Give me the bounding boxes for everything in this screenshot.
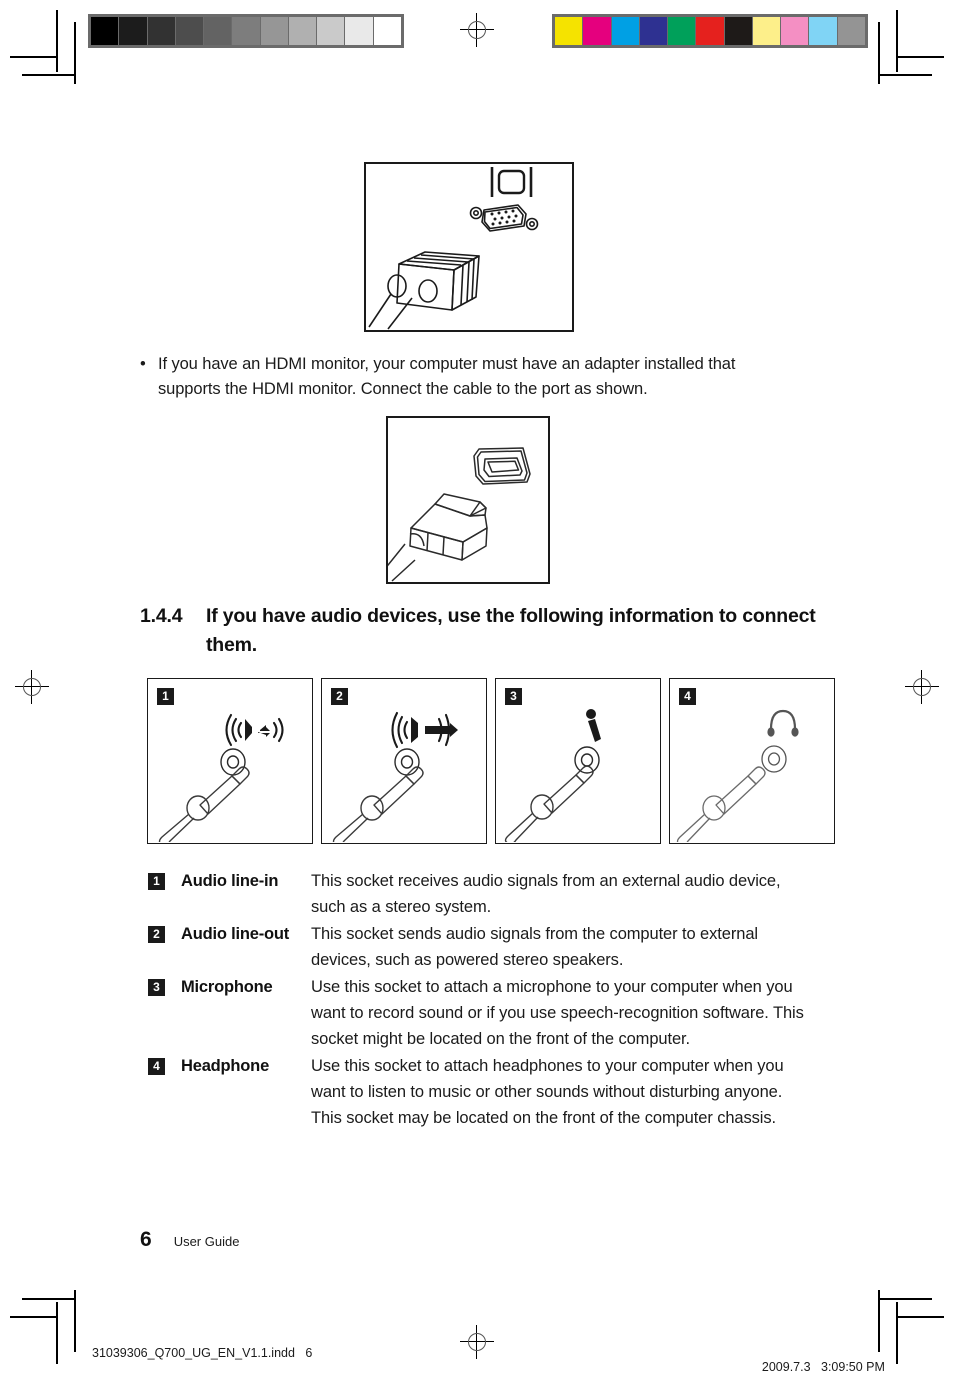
definition-badge: 1	[148, 873, 165, 890]
calibration-swatch-0	[555, 17, 583, 45]
calibration-swatch-10	[373, 17, 401, 45]
crop-mark-top-right-vertical	[896, 10, 898, 72]
microphone-icon	[504, 709, 601, 842]
audio-line-out-icon	[332, 711, 458, 842]
vga-connector-figure	[364, 162, 574, 332]
calibration-swatch-2	[611, 17, 639, 45]
definition-row: 1 Audio line-in This socket receives aud…	[148, 868, 808, 920]
definition-term: Audio line-out	[181, 925, 290, 943]
calibration-swatch-9	[345, 17, 373, 45]
audio-jack-figure-row: 1 2 3 4	[147, 678, 835, 844]
print-filename: 31039306_Q700_UG_EN_V1.1.indd 6	[92, 1346, 313, 1360]
registration-mark-left	[15, 670, 49, 704]
definition-badge: 4	[148, 1058, 165, 1075]
audio-socket-definition-list: 1 Audio line-in This socket receives aud…	[148, 868, 808, 1132]
print-date: 2009.7.3	[761, 1360, 811, 1374]
definition-description: Use this socket to attach headphones to …	[311, 1057, 784, 1127]
definition-description: Use this socket to attach a microphone t…	[311, 978, 804, 1048]
crop-mark-top-right-horizontal	[896, 56, 944, 58]
calibration-swatch-3	[175, 17, 204, 45]
crop-mark-top-left-vertical	[56, 10, 58, 72]
calibration-swatch-7	[288, 17, 317, 45]
jack-panel-microphone: 3	[495, 678, 661, 844]
page-number: 6	[140, 1228, 152, 1251]
crop-mark-top-right-horizontal-inner	[878, 74, 932, 76]
crop-mark-bottom-right-horizontal	[896, 1316, 944, 1318]
crop-mark-bottom-right-vertical	[896, 1302, 898, 1364]
bullet-marker: •	[140, 355, 146, 373]
definition-description: This socket sends audio signals from the…	[311, 925, 758, 969]
section-number: 1.4.4	[140, 605, 183, 627]
calibration-swatch-3	[639, 17, 668, 45]
crop-mark-bottom-left-vertical	[56, 1302, 58, 1364]
vga-illustration	[368, 167, 539, 330]
calibration-swatch-4	[668, 17, 696, 45]
print-timestamp: 2009.7.3 3:09:50 PM	[748, 1346, 885, 1388]
definition-description: This socket receives audio signals from …	[311, 872, 781, 916]
calibration-swatch-7	[752, 17, 781, 45]
hdmi-illustration	[383, 447, 531, 582]
registration-mark-right	[905, 670, 939, 704]
calibration-swatch-10	[837, 17, 865, 45]
calibration-swatch-8	[781, 17, 809, 45]
calibration-swatch-6	[724, 17, 752, 45]
registration-mark-bottom	[460, 1325, 494, 1359]
calibration-swatch-4	[204, 17, 232, 45]
definition-badge: 3	[148, 979, 165, 996]
registration-mark-top	[460, 13, 494, 47]
calibration-swatch-8	[317, 17, 345, 45]
section-title: If you have audio devices, use the follo…	[206, 605, 816, 656]
calibration-swatch-5	[232, 17, 260, 45]
calibration-swatch-0	[91, 17, 119, 45]
page-footer: 6 User Guide	[140, 1228, 239, 1252]
headphone-icon	[676, 709, 799, 842]
crop-mark-bottom-left-horizontal-inner	[22, 1298, 76, 1300]
crop-mark-bottom-right-horizontal-inner	[878, 1298, 932, 1300]
definition-term: Audio line-in	[181, 872, 279, 890]
calibration-swatch-2	[147, 17, 175, 45]
crop-mark-top-left-horizontal-inner	[22, 74, 76, 76]
jack-panel-headphone: 4	[669, 678, 835, 844]
section-heading: 1.4.4 If you have audio devices, use the…	[140, 602, 820, 660]
definition-badge: 2	[148, 926, 165, 943]
footer-label: User Guide	[173, 1234, 240, 1249]
definition-term: Headphone	[181, 1057, 270, 1075]
definition-term: Microphone	[181, 978, 273, 996]
definition-row: 3 Microphone Use this socket to attach a…	[148, 974, 808, 1052]
definition-row: 2 Audio line-out This socket sends audio…	[148, 921, 808, 973]
calibration-swatch-1	[583, 17, 611, 45]
print-time: 3:09:50 PM	[821, 1360, 885, 1374]
hdmi-connector-figure	[383, 416, 550, 584]
calibration-swatch-6	[260, 17, 288, 45]
definition-row: 4 Headphone Use this socket to attach he…	[148, 1053, 808, 1131]
color-calibration-bar	[552, 14, 868, 48]
document-page: • If you have an HDMI monitor, your comp…	[0, 0, 954, 1374]
grayscale-calibration-bar	[88, 14, 404, 48]
calibration-swatch-1	[119, 17, 147, 45]
calibration-swatch-5	[696, 17, 724, 45]
hdmi-bullet-item: • If you have an HDMI monitor, your comp…	[140, 352, 800, 402]
calibration-swatch-9	[809, 17, 837, 45]
bullet-text: If you have an HDMI monitor, your comput…	[158, 355, 736, 398]
jack-panel-audio-line-in: 1	[147, 678, 313, 844]
crop-mark-top-left-horizontal	[10, 56, 58, 58]
jack-panel-audio-line-out: 2	[321, 678, 487, 844]
audio-line-in-icon	[158, 713, 284, 842]
crop-mark-bottom-left-horizontal	[10, 1316, 58, 1318]
